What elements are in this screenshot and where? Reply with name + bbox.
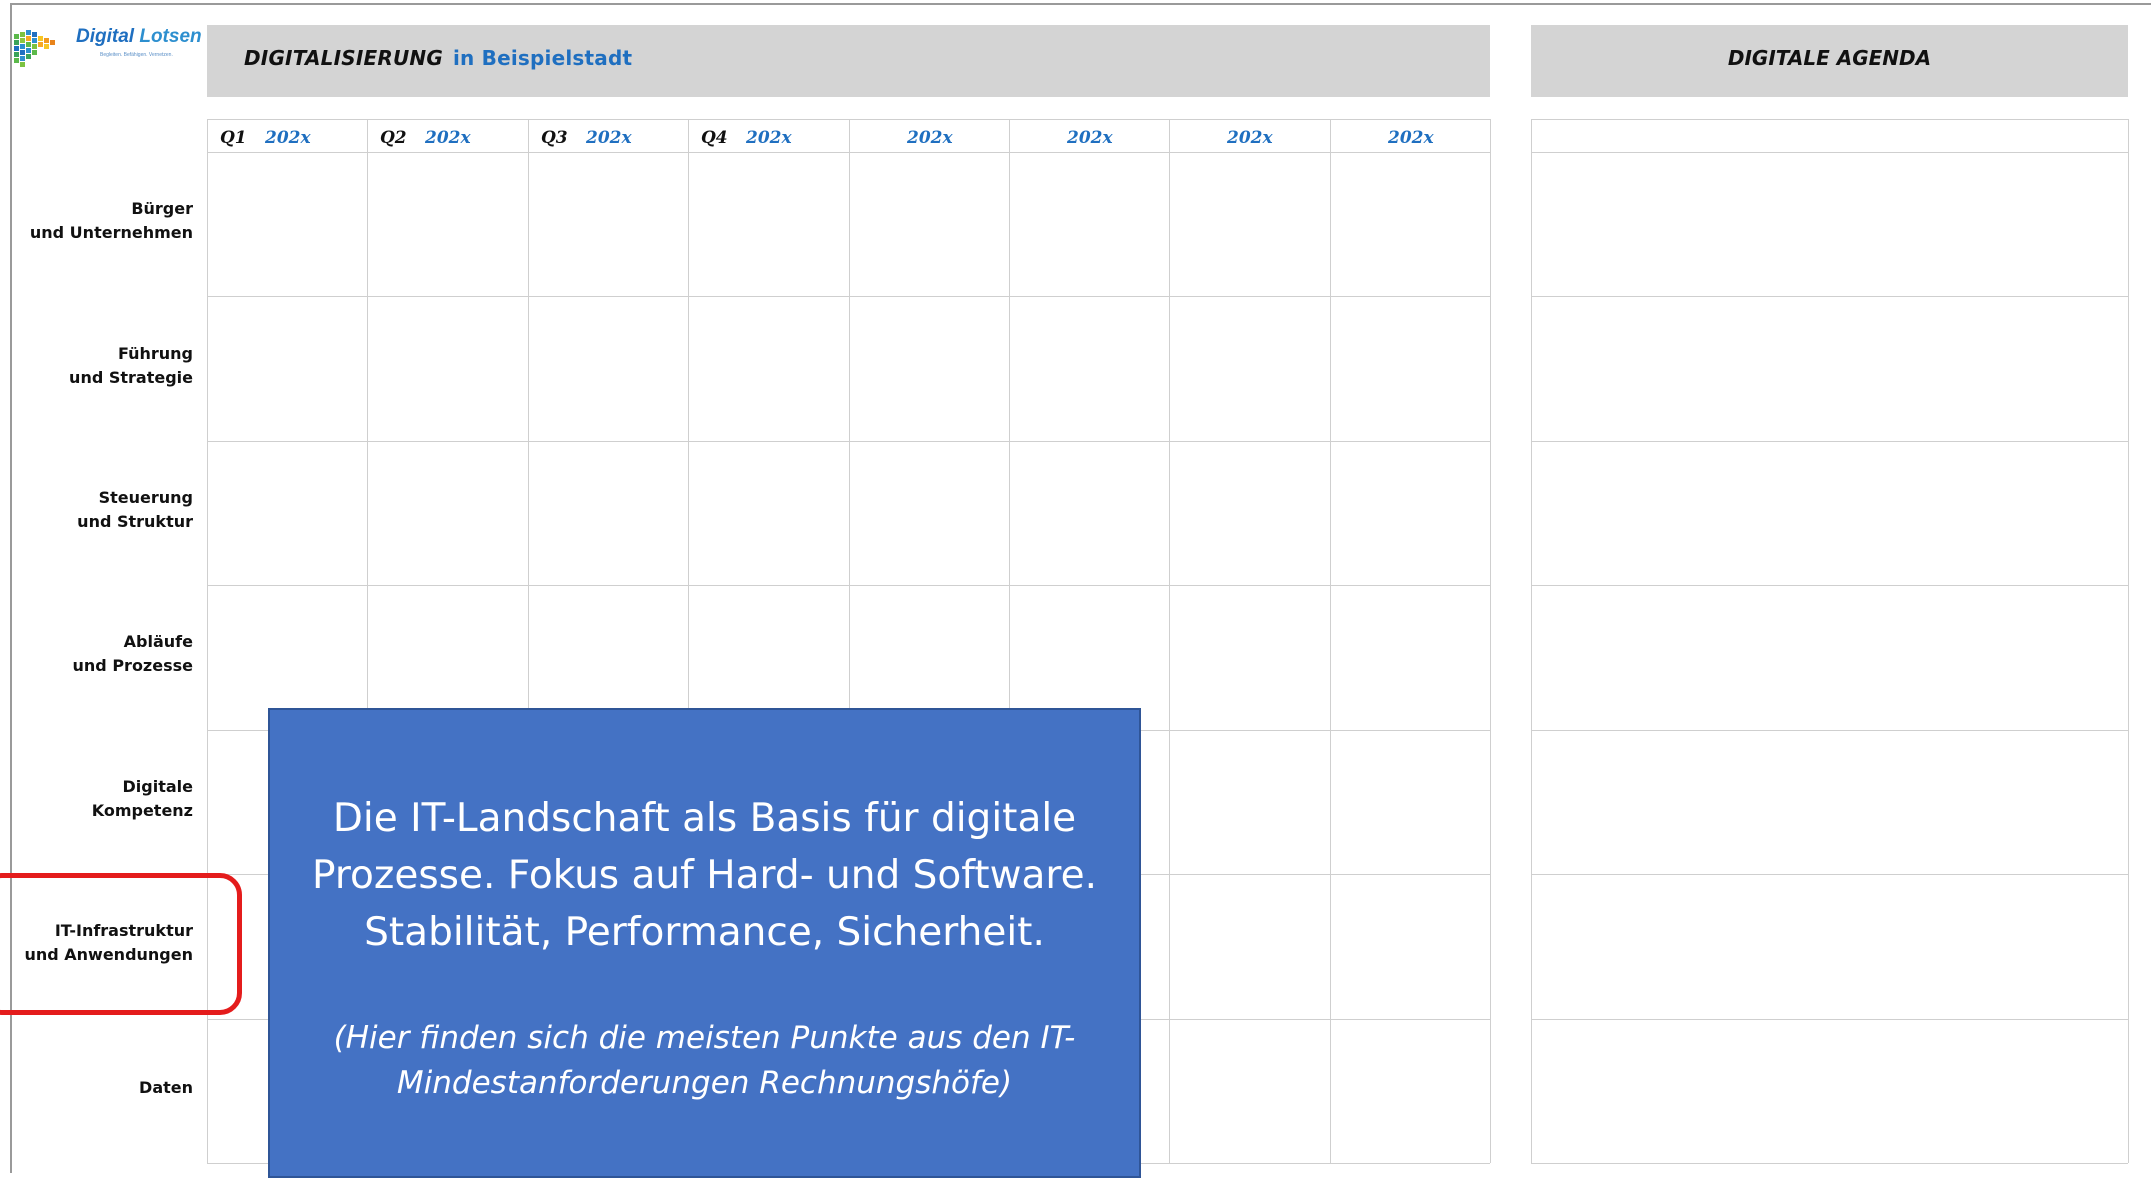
agenda-hline xyxy=(1531,1163,2128,1164)
column-year-label: 202x xyxy=(1227,128,1273,148)
callout-note-1: (Hier finden sich die meisten Punkte aus… xyxy=(333,1020,1076,1056)
agenda-hline xyxy=(1531,730,2128,731)
row-label: Bürger und Unternehmen xyxy=(30,197,193,245)
grid-vline xyxy=(1169,119,1170,1163)
callout-note-2: Mindestanforderungen Rechnungshöfe) xyxy=(396,1065,1013,1101)
grid-hline xyxy=(207,152,1490,153)
callout-main-text: Die IT-Landschaft als Basis für digitale… xyxy=(270,790,1139,961)
grid-hline xyxy=(207,585,1490,586)
row-label: Daten xyxy=(139,1076,193,1100)
agenda-vline xyxy=(1531,119,1532,1163)
callout-line-2: Prozesse. Fokus auf Hard- und Software. xyxy=(312,853,1097,898)
agenda-title: DIGITALE AGENDA xyxy=(1727,46,1932,70)
agenda-hline xyxy=(1531,585,2128,586)
column-year-label: 202x xyxy=(1067,128,1113,148)
agenda-grid xyxy=(1531,119,2129,1164)
callout-box: Die IT-Landschaft als Basis für digitale… xyxy=(268,708,1141,1178)
highlight-it-infrastruktur xyxy=(0,873,242,1015)
row-label-line-2: und Unternehmen xyxy=(29,223,193,242)
column-quarter-label: Q1 xyxy=(220,128,247,148)
row-label: Abläufe und Prozesse xyxy=(73,630,193,678)
logo-word-lotsen: Lotsen xyxy=(139,26,202,47)
agenda-vline xyxy=(2128,119,2129,1163)
grid-hline xyxy=(207,441,1490,442)
grid-hline xyxy=(207,119,1490,120)
row-label-line-1: Führung xyxy=(117,344,193,363)
callout-line-1: Die IT-Landschaft als Basis für digitale xyxy=(332,796,1077,841)
grid-vline xyxy=(1490,119,1491,1163)
logo-tagline: Begleiten. Befähigen. Vernetzen. xyxy=(100,52,173,58)
row-label-line-1: Steuerung xyxy=(98,488,193,507)
column-year-label: 202x xyxy=(746,128,792,148)
row-label-line-1: Bürger xyxy=(131,199,193,218)
callout-line-3: Stabilität, Performance, Sicherheit. xyxy=(364,910,1045,955)
title-main-text: DIGITALISIERUNG xyxy=(244,46,443,70)
page-title: DIGITALISIERUNG in Beispielstadt xyxy=(244,46,632,70)
grid-vline xyxy=(1330,119,1331,1163)
grid-hline xyxy=(207,296,1490,297)
column-year-label: 202x xyxy=(586,128,632,148)
agenda-hline xyxy=(1531,296,2128,297)
callout-note: (Hier finden sich die meisten Punkte aus… xyxy=(270,1016,1139,1106)
logo-word-digital: Digital xyxy=(76,26,135,47)
column-quarter-label: Q2 xyxy=(380,128,407,148)
row-label-line-2: und Struktur xyxy=(77,512,193,531)
title-subtitle: in Beispielstadt xyxy=(452,46,633,70)
row-label-line-1: Daten xyxy=(139,1078,193,1097)
agenda-hline xyxy=(1531,152,2128,153)
column-year-label: 202x xyxy=(265,128,311,148)
column-quarter-label: Q4 xyxy=(701,128,728,148)
row-label-line-2: Kompetenz xyxy=(91,801,193,820)
row-label: Digitale Kompetenz xyxy=(92,775,193,823)
row-label-line-1: Abläufe xyxy=(123,632,193,651)
agenda-hline xyxy=(1531,874,2128,875)
row-label: Steuerung und Struktur xyxy=(77,486,193,534)
column-quarter-label: Q3 xyxy=(541,128,568,148)
row-label: Führung und Strategie xyxy=(69,342,193,390)
agenda-hline xyxy=(1531,119,2128,120)
agenda-hline xyxy=(1531,1019,2128,1020)
logo-mark-icon xyxy=(14,30,55,67)
column-year-label: 202x xyxy=(907,128,953,148)
row-label-line-2: und Prozesse xyxy=(72,656,193,675)
row-label-line-2: und Strategie xyxy=(69,368,193,387)
logo-wordmark: Digital Lotsen xyxy=(76,26,202,48)
row-label-line-1: Digitale xyxy=(122,777,193,796)
column-year-label: 202x xyxy=(1388,128,1434,148)
agenda-hline xyxy=(1531,441,2128,442)
column-year-label: 202x xyxy=(425,128,471,148)
